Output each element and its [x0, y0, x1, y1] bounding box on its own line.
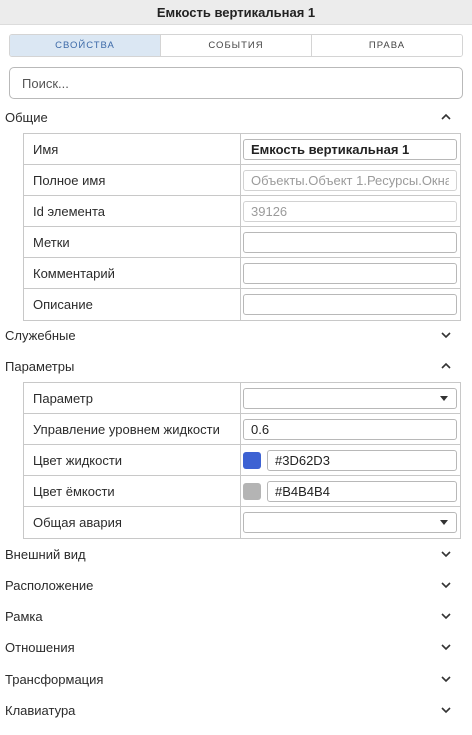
prop-label-comment: Комментарий: [24, 258, 241, 288]
section-parameters-label: Параметры: [5, 358, 75, 374]
prop-row-liquid-color: Цвет жидкости: [24, 445, 460, 476]
section-keyboard[interactable]: Клавиатура: [0, 697, 472, 723]
tank-color-field[interactable]: [267, 480, 457, 502]
prop-row-comment: Комментарий: [24, 258, 460, 289]
comment-field[interactable]: [243, 262, 457, 284]
parameters-table: Параметр Управление уровнем жидкости Цве…: [23, 382, 461, 539]
full-name-field: [243, 169, 457, 191]
tank-color-swatch[interactable]: [243, 482, 261, 500]
section-general-label: Общие: [5, 109, 48, 125]
prop-label-element-id: Id элемента: [24, 196, 241, 226]
section-location-label: Расположение: [5, 577, 94, 593]
section-transformation[interactable]: Трансформация: [0, 666, 472, 692]
prop-row-general-alarm: Общая авария: [24, 507, 460, 538]
section-service-label: Служебные: [5, 327, 76, 343]
liquid-color-swatch[interactable]: [243, 451, 261, 469]
section-general[interactable]: Общие: [0, 104, 472, 130]
chevron-down-icon[interactable]: [440, 548, 452, 560]
prop-label-tank-color: Цвет ёмкости: [24, 476, 241, 506]
prop-row-full-name: Полное имя: [24, 165, 460, 196]
tab-properties[interactable]: СВОЙСТВА: [10, 35, 161, 56]
prop-label-general-alarm: Общая авария: [24, 507, 241, 538]
element-id-field: [243, 200, 457, 222]
section-relations[interactable]: Отношения: [0, 634, 472, 660]
tab-rights[interactable]: ПРАВА: [312, 35, 462, 56]
prop-row-tags: Метки: [24, 227, 460, 258]
liquid-color-field[interactable]: [267, 449, 457, 471]
description-field[interactable]: [243, 294, 457, 315]
chevron-down-icon[interactable]: [440, 579, 452, 591]
section-frame-label: Рамка: [5, 608, 43, 624]
prop-label-full-name: Полное имя: [24, 165, 241, 195]
prop-row-element-id: Id элемента: [24, 196, 460, 227]
tab-bar: СВОЙСТВА СОБЫТИЯ ПРАВА: [9, 34, 463, 57]
caret-down-icon: [440, 520, 448, 525]
prop-row-level-control: Управление уровнем жидкости: [24, 414, 460, 445]
name-field[interactable]: [243, 138, 457, 160]
section-location[interactable]: Расположение: [0, 572, 472, 598]
prop-label-level-control: Управление уровнем жидкости: [24, 414, 241, 444]
section-keyboard-label: Клавиатура: [5, 702, 76, 718]
prop-label-tags: Метки: [24, 227, 241, 257]
chevron-down-icon[interactable]: [440, 641, 452, 653]
section-relations-label: Отношения: [5, 639, 75, 655]
prop-row-description: Описание: [24, 289, 460, 320]
chevron-down-icon[interactable]: [440, 673, 452, 685]
caret-down-icon: [440, 395, 448, 401]
chevron-down-icon[interactable]: [440, 329, 452, 341]
tags-field[interactable]: [243, 231, 457, 253]
prop-label-parameter: Параметр: [24, 383, 241, 413]
prop-row-parameter: Параметр: [24, 383, 460, 414]
tab-events[interactable]: СОБЫТИЯ: [161, 35, 312, 56]
section-transformation-label: Трансформация: [5, 671, 104, 687]
section-parameters[interactable]: Параметры: [0, 353, 472, 379]
chevron-up-icon[interactable]: [440, 111, 452, 123]
chevron-down-icon[interactable]: [440, 704, 452, 716]
section-service[interactable]: Служебные: [0, 322, 472, 348]
prop-row-name: Имя: [24, 134, 460, 165]
parameter-select[interactable]: [243, 387, 457, 409]
general-properties-table: Имя Полное имя Id элемента Метки Коммент…: [23, 133, 461, 321]
section-appearance-label: Внешний вид: [5, 546, 86, 562]
general-alarm-select[interactable]: [243, 512, 457, 533]
prop-label-name: Имя: [24, 134, 241, 164]
level-control-field[interactable]: [243, 418, 457, 440]
search-input[interactable]: [9, 67, 463, 99]
window-title: Емкость вертикальная 1: [0, 0, 472, 25]
prop-label-description: Описание: [24, 289, 241, 320]
section-appearance[interactable]: Внешний вид: [0, 541, 472, 567]
prop-row-tank-color: Цвет ёмкости: [24, 476, 460, 507]
prop-label-liquid-color: Цвет жидкости: [24, 445, 241, 475]
chevron-up-icon[interactable]: [440, 360, 452, 372]
chevron-down-icon[interactable]: [440, 610, 452, 622]
section-frame[interactable]: Рамка: [0, 603, 472, 629]
